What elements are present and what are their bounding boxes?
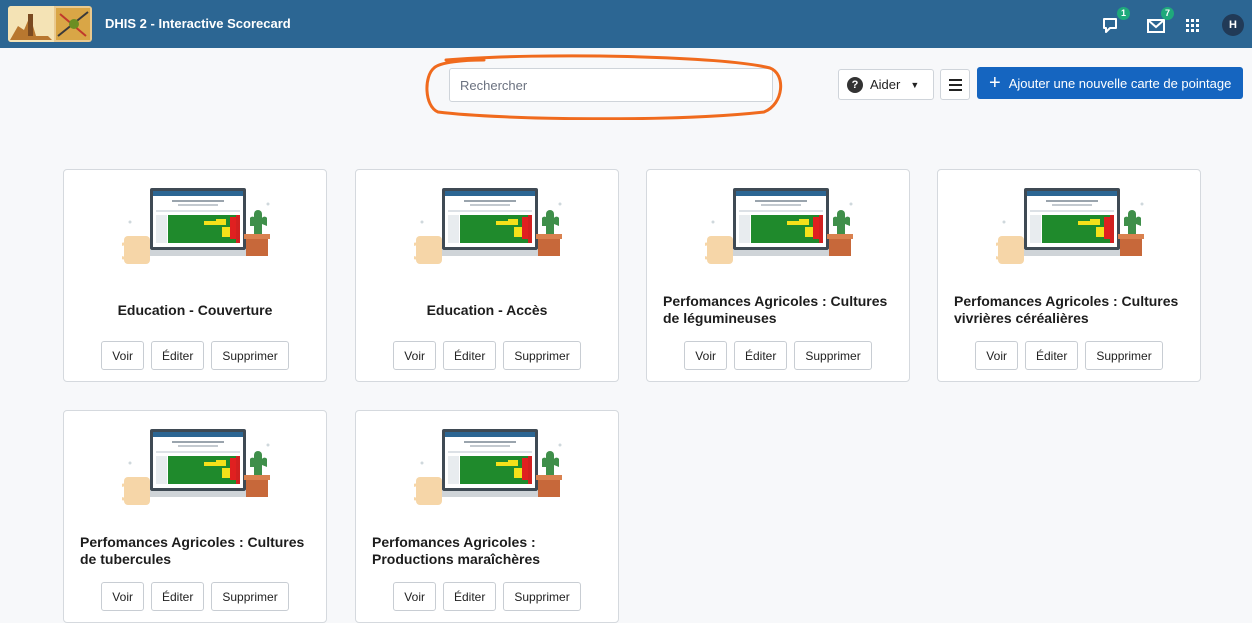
- scorecard-card[interactable]: Education - Accès Voir Éditer Supprimer: [355, 169, 619, 382]
- scorecard-thumbnail-image: [122, 188, 270, 264]
- scorecard-title-text: Perfomances Agricoles : Cultures de légu…: [663, 293, 888, 326]
- scorecard-card[interactable]: Perfomances Agricoles : Cultures de légu…: [646, 169, 910, 382]
- scorecard-title-text: Perfomances Agricoles : Cultures de tube…: [80, 534, 305, 567]
- edit-button[interactable]: Éditer: [150, 341, 205, 370]
- edit-button[interactable]: Éditer: [733, 341, 788, 370]
- delete-button[interactable]: Supprimer: [794, 341, 872, 370]
- scorecard-thumbnail-image: [122, 429, 270, 505]
- interpretations-badge: 1: [1117, 7, 1130, 20]
- edit-button[interactable]: Éditer: [442, 582, 497, 611]
- scorecard-title-text: Education - Accès: [426, 301, 548, 318]
- plus-icon: +: [989, 72, 1001, 94]
- scorecard-title: Perfomances Agricoles : Productions mara…: [372, 531, 602, 571]
- scorecard-actions: Voir Éditer Supprimer: [356, 582, 618, 611]
- scorecard-title: Perfomances Agricoles : Cultures de légu…: [663, 290, 893, 330]
- question-circle-icon: ?: [847, 76, 863, 93]
- delete-button[interactable]: Supprimer: [1085, 341, 1163, 370]
- scorecard-title-text: Perfomances Agricoles : Cultures vivrièr…: [954, 293, 1179, 326]
- help-button[interactable]: ? Aider ▼: [838, 69, 934, 100]
- delete-button[interactable]: Supprimer: [503, 341, 581, 370]
- scorecard-card[interactable]: Perfomances Agricoles : Productions mara…: [355, 410, 619, 623]
- edit-button[interactable]: Éditer: [442, 341, 497, 370]
- view-button[interactable]: Voir: [101, 582, 144, 611]
- scorecard-title: Education - Couverture: [80, 290, 310, 330]
- scorecard-actions: Voir Éditer Supprimer: [64, 341, 326, 370]
- app-title: DHIS 2 - Interactive Scorecard: [105, 16, 291, 31]
- user-avatar[interactable]: H: [1222, 14, 1244, 36]
- app-logo[interactable]: [8, 6, 92, 42]
- scorecard-title-text: Perfomances Agricoles : Productions mara…: [372, 534, 541, 567]
- scorecard-card[interactable]: Education - Couverture Voir Éditer Supprime…: [63, 169, 327, 382]
- edit-button[interactable]: Éditer: [1024, 341, 1079, 370]
- delete-button[interactable]: Supprimer: [211, 341, 289, 370]
- view-button[interactable]: Voir: [684, 341, 727, 370]
- scorecard-actions: Voir Éditer Supprimer: [938, 341, 1200, 370]
- interpretations-button[interactable]: 1: [1100, 7, 1130, 38]
- view-button[interactable]: Voir: [393, 582, 436, 611]
- messages-button[interactable]: 7: [1144, 7, 1174, 38]
- apps-menu-button[interactable]: [1180, 12, 1206, 38]
- scorecard-actions: Voir Éditer Supprimer: [64, 582, 326, 611]
- scorecard-title: Perfomances Agricoles : Cultures vivrièr…: [954, 290, 1184, 330]
- scorecard-actions: Voir Éditer Supprimer: [647, 341, 909, 370]
- scorecard-thumbnail-image: [705, 188, 853, 264]
- scorecard-title: Education - Accès: [372, 290, 602, 330]
- scorecard-actions: Voir Éditer Supprimer: [356, 341, 618, 370]
- list-view-toggle[interactable]: [940, 69, 970, 100]
- scorecard-title: Perfomances Agricoles : Cultures de tube…: [80, 531, 310, 571]
- apps-grid-icon: [1186, 19, 1199, 32]
- view-button[interactable]: Voir: [101, 341, 144, 370]
- delete-button[interactable]: Supprimer: [503, 582, 581, 611]
- view-button[interactable]: Voir: [975, 341, 1018, 370]
- scorecard-thumbnail-image: [414, 429, 562, 505]
- scorecard-card[interactable]: Perfomances Agricoles : Cultures vivrièr…: [937, 169, 1201, 382]
- view-button[interactable]: Voir: [393, 341, 436, 370]
- edit-button[interactable]: Éditer: [150, 582, 205, 611]
- top-header-bar: DHIS 2 - Interactive Scorecard 1 7 H: [0, 0, 1252, 48]
- delete-button[interactable]: Supprimer: [211, 582, 289, 611]
- help-label: Aider: [870, 77, 901, 92]
- scorecard-thumbnail-image: [996, 188, 1144, 264]
- scorecard-title-text: Education - Couverture: [117, 301, 273, 318]
- add-scorecard-button[interactable]: + Ajouter une nouvelle carte de pointage: [977, 67, 1243, 99]
- search-input[interactable]: [449, 68, 773, 102]
- messages-badge: 7: [1161, 7, 1174, 20]
- chevron-down-icon: ▼: [910, 79, 920, 90]
- add-scorecard-label: Ajouter une nouvelle carte de pointage: [1008, 75, 1232, 91]
- scorecard-thumbnail-image: [414, 188, 562, 264]
- scorecard-card[interactable]: Perfomances Agricoles : Cultures de tube…: [63, 410, 327, 623]
